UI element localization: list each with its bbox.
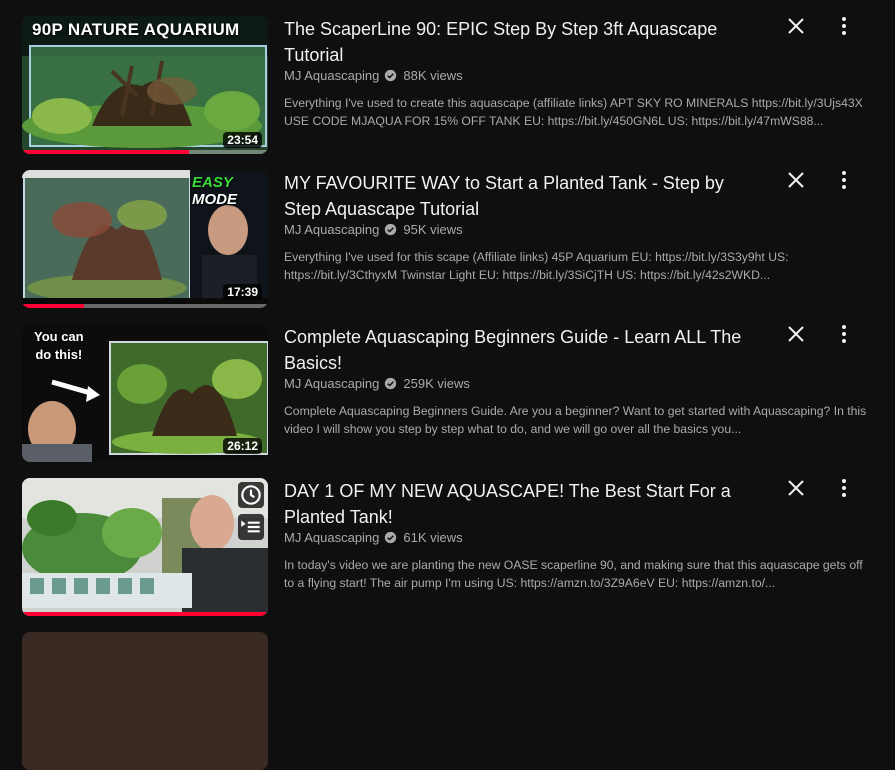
video-description: Complete Aquascaping Beginners Guide. Ar…: [284, 404, 867, 436]
video-meta: MJ Aquascaping 259K views: [284, 376, 470, 391]
view-count: 61K views: [403, 530, 463, 545]
more-vert-icon[interactable]: [832, 14, 856, 38]
watch-later-button[interactable]: [238, 482, 264, 508]
video-meta: MJ Aquascaping 95K views: [284, 222, 463, 237]
video-meta: MJ Aquascaping 88K views: [284, 68, 463, 83]
add-to-queue-button[interactable]: [238, 514, 264, 540]
video-thumbnail[interactable]: You can do this! 26:12: [22, 324, 268, 462]
more-vert-icon[interactable]: [832, 476, 856, 500]
view-count: 259K views: [403, 376, 470, 391]
thumbnail-overlay-text: 90P NATURE AQUARIUM: [32, 20, 240, 39]
thumbnail-overlay-text: You can do this!: [34, 328, 84, 364]
verified-check-icon: [385, 531, 397, 544]
video-thumbnail[interactable]: EASY MODE 17:39: [22, 170, 268, 308]
channel-name[interactable]: MJ Aquascaping: [284, 68, 379, 83]
video-item-partial[interactable]: [0, 616, 895, 770]
overlay-line-1: You can: [34, 329, 84, 344]
thumbnail-image: [22, 478, 268, 616]
video-description: Everything I've used to create this aqua…: [284, 96, 863, 128]
video-item[interactable]: DAY 1 OF MY NEW AQUASCAPE! The Best Star…: [0, 462, 895, 616]
video-meta: MJ Aquascaping 61K views: [284, 530, 463, 545]
close-icon[interactable]: [784, 14, 808, 38]
view-count: 95K views: [403, 222, 463, 237]
close-icon[interactable]: [784, 322, 808, 346]
channel-name[interactable]: MJ Aquascaping: [284, 530, 379, 545]
video-thumbnail[interactable]: 90P NATURE AQUARIUM 23:54: [22, 16, 268, 154]
video-description: Everything I've used for this scape (Aff…: [284, 250, 789, 282]
overlay-word-easy: EASY: [192, 174, 233, 191]
overlay-line-2: do this!: [35, 347, 83, 362]
channel-name[interactable]: MJ Aquascaping: [284, 222, 379, 237]
video-item[interactable]: 90P NATURE AQUARIUM 23:54 The ScaperLine…: [0, 0, 895, 154]
video-title[interactable]: Complete Aquascaping Beginners Guide - L…: [284, 324, 754, 376]
video-description: In today's video we are planting the new…: [284, 558, 863, 590]
close-icon[interactable]: [784, 476, 808, 500]
overlay-word-mode: MODE: [192, 191, 237, 208]
video-item[interactable]: You can do this! 26:12 Complete Aquascap…: [0, 308, 895, 462]
view-count: 88K views: [403, 68, 463, 83]
video-duration: 26:12: [223, 438, 262, 454]
video-item[interactable]: EASY MODE 17:39 MY FAVOURITE WAY to Star…: [0, 154, 895, 308]
video-thumbnail[interactable]: [22, 478, 268, 616]
clock-icon: [241, 485, 261, 505]
verified-check-icon: [385, 223, 397, 236]
video-title[interactable]: MY FAVOURITE WAY to Start a Planted Tank…: [284, 170, 754, 222]
video-duration: 23:54: [223, 132, 262, 148]
video-thumbnail[interactable]: [22, 632, 268, 770]
verified-check-icon: [385, 377, 397, 390]
close-icon[interactable]: [784, 168, 808, 192]
more-vert-icon[interactable]: [832, 322, 856, 346]
verified-check-icon: [385, 69, 397, 82]
queue-icon: [241, 520, 260, 533]
thumbnail-overlay-text: EASY MODE: [192, 174, 268, 208]
more-vert-icon[interactable]: [832, 168, 856, 192]
video-title[interactable]: The ScaperLine 90: EPIC Step By Step 3ft…: [284, 16, 754, 68]
video-duration: 17:39: [223, 284, 262, 300]
channel-name[interactable]: MJ Aquascaping: [284, 376, 379, 391]
video-title[interactable]: DAY 1 OF MY NEW AQUASCAPE! The Best Star…: [284, 478, 754, 530]
